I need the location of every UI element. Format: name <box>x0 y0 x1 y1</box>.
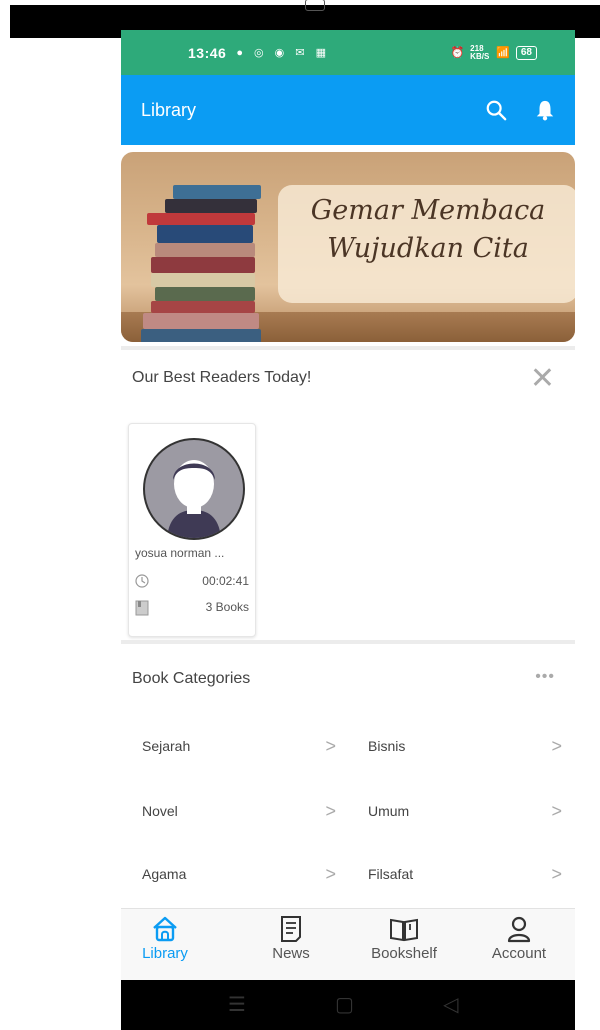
banner-quote: Gemar Membaca Wujudkan Cita <box>281 192 575 268</box>
nav-account[interactable]: Account <box>483 915 555 962</box>
reader-books: 3 Books <box>205 600 249 614</box>
chevron-right-icon: > <box>551 736 562 756</box>
status-bar: 13:46 ● ◎ ◉ ✉ ▦ ⏰ 218 KB/S 📶 68 <box>121 30 575 75</box>
notification-icons: ● ◎ ◉ ✉ ▦ <box>236 47 330 59</box>
category-item-umum[interactable]: Umum > <box>368 801 562 833</box>
nav-account-label: Account <box>491 945 547 962</box>
search-icon[interactable] <box>485 99 507 121</box>
nav-library[interactable]: Library <box>133 915 197 962</box>
reader-name: yosua norman ... <box>135 546 225 560</box>
close-icon[interactable]: ✕ <box>530 361 555 396</box>
news-icon <box>281 916 301 942</box>
category-item-novel[interactable]: Novel > <box>142 801 336 833</box>
person-silhouette-icon <box>167 460 221 538</box>
account-icon <box>507 916 531 943</box>
reader-time: 00:02:41 <box>202 574 249 588</box>
book-categories-title: Book Categories <box>132 670 251 687</box>
clock-icon <box>135 574 149 588</box>
avatar <box>143 438 245 540</box>
system-navigation-bar: ☰ ▢ ◁ <box>121 980 575 1030</box>
network-speed: 218 KB/S <box>470 43 490 61</box>
section-divider <box>121 640 575 644</box>
best-readers-header: Our Best Readers Today! ✕ <box>121 355 575 405</box>
wifi-icon: 📶 <box>496 47 510 59</box>
nav-bookshelf-label: Bookshelf <box>371 945 437 962</box>
bell-icon[interactable] <box>535 99 555 121</box>
alarm-icon: ⏰ <box>450 47 465 59</box>
phone-screen: 13:46 ● ◎ ◉ ✉ ▦ ⏰ 218 KB/S 📶 68 Library <box>121 30 575 1030</box>
status-time: 13:46 <box>188 44 227 61</box>
nav-news-label: News <box>272 945 310 962</box>
chevron-right-icon: > <box>551 864 562 884</box>
status-right: ⏰ 218 KB/S 📶 68 <box>450 43 537 61</box>
reader-card[interactable]: yosua norman ... 00:02:41 3 Books <box>128 423 256 637</box>
chevron-right-icon: > <box>551 801 562 821</box>
nav-library-label: Library <box>142 945 188 962</box>
category-item-sejarah[interactable]: Sejarah > <box>142 736 336 768</box>
category-label: Umum <box>368 803 410 819</box>
section-divider <box>121 346 575 350</box>
bottom-navigation: Library News Bookshelf Account <box>121 908 575 981</box>
category-label: Filsafat <box>368 866 414 882</box>
category-label: Novel <box>142 803 178 819</box>
bookshelf-icon <box>390 918 418 942</box>
menu-icon[interactable]: ☰ <box>228 992 246 1017</box>
app-bar: Library <box>121 75 575 145</box>
reader-time-row: 00:02:41 <box>135 574 249 591</box>
library-icon <box>153 916 177 942</box>
more-options-icon[interactable]: ••• <box>535 668 555 686</box>
category-item-agama[interactable]: Agama > <box>142 864 336 896</box>
promo-banner[interactable]: Gemar Membaca Wujudkan Cita <box>121 152 575 342</box>
reader-books-row: 3 Books <box>135 600 249 619</box>
app-bar-title: Library <box>141 99 197 120</box>
battery-indicator: 68 <box>515 45 537 60</box>
nav-bookshelf[interactable]: Bookshelf <box>364 915 444 962</box>
category-item-bisnis[interactable]: Bisnis > <box>368 736 562 768</box>
chevron-right-icon: > <box>325 801 336 821</box>
banner-line-1: Gemar Membaca <box>310 195 546 226</box>
chevron-right-icon: > <box>325 864 336 884</box>
book-icon <box>135 600 149 616</box>
chevron-right-icon: > <box>325 736 336 756</box>
best-readers-title: Our Best Readers Today! <box>132 369 312 386</box>
home-outline-icon <box>305 0 325 11</box>
category-label: Agama <box>142 866 187 882</box>
nav-news[interactable]: News <box>259 915 323 962</box>
category-label: Sejarah <box>142 738 191 754</box>
book-categories-header: Book Categories ••• <box>121 668 575 700</box>
category-item-filsafat[interactable]: Filsafat > <box>368 864 562 896</box>
home-icon[interactable]: ▢ <box>335 992 354 1017</box>
banner-line-2: Wujudkan Cita <box>327 233 529 264</box>
category-label: Bisnis <box>368 738 406 754</box>
back-icon[interactable]: ◁ <box>443 992 458 1017</box>
